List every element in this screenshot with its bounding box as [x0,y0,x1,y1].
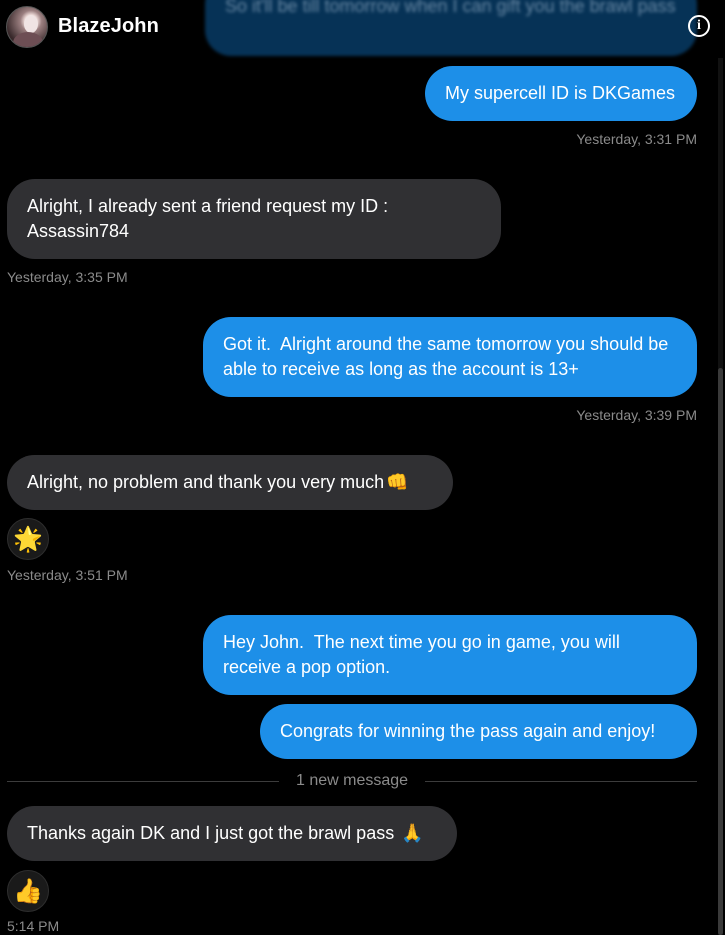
sparkle-reaction-icon[interactable]: 🌟 [7,518,49,560]
divider-label: 1 new message [295,772,409,789]
message-text: Hey John. The next time you go in game, … [223,632,625,677]
message-text: Alright, I already sent a friend request… [27,196,393,241]
message-timestamp: 5:14 PM [7,918,60,934]
message-timestamp: Yesterday, 3:51 PM [7,567,128,583]
message-timestamp: Yesterday, 3:39 PM [576,407,697,423]
incoming-message[interactable]: Alright, I already sent a friend request… [7,179,501,259]
message-text: Thanks again DK and I just got the brawl… [27,821,424,846]
outgoing-message[interactable]: My supercell ID is DKGames [425,66,697,121]
new-message-divider: 1 new message [7,772,697,792]
avatar-body [13,32,43,47]
thumbs-up-reaction-icon[interactable]: 👍 [7,870,49,912]
scrollbar[interactable] [718,58,723,935]
message-timestamp: Yesterday, 3:31 PM [576,131,697,147]
divider-line [425,781,697,782]
message-text: Got it. Alright around the same tomorrow… [223,334,674,379]
outgoing-message[interactable]: Congrats for winning the pass again and … [260,704,697,759]
info-icon[interactable]: i [688,15,710,37]
outgoing-message[interactable]: Got it. Alright around the same tomorrow… [203,317,697,397]
contact-avatar[interactable] [6,6,48,48]
contact-name[interactable]: BlazeJohn [58,15,159,38]
chat-header: BlazeJohn i [0,0,725,56]
message-timestamp: Yesterday, 3:35 PM [7,269,128,285]
scrollbar-thumb[interactable] [718,368,723,935]
avatar-face [24,15,38,33]
fist-bump-emoji: 👊 [386,472,409,492]
divider-line [7,781,279,782]
incoming-message[interactable]: Alright, no problem and thank you very m… [7,455,453,510]
outgoing-message[interactable]: Hey John. The next time you go in game, … [203,615,697,695]
praying-hands-emoji: 🙏 [401,823,424,843]
incoming-message[interactable]: Thanks again DK and I just got the brawl… [7,806,457,861]
message-text: Congrats for winning the pass again and … [280,721,656,741]
message-text: My supercell ID is DKGames [445,83,676,103]
message-text: Alright, no problem and thank you very m… [27,470,409,495]
